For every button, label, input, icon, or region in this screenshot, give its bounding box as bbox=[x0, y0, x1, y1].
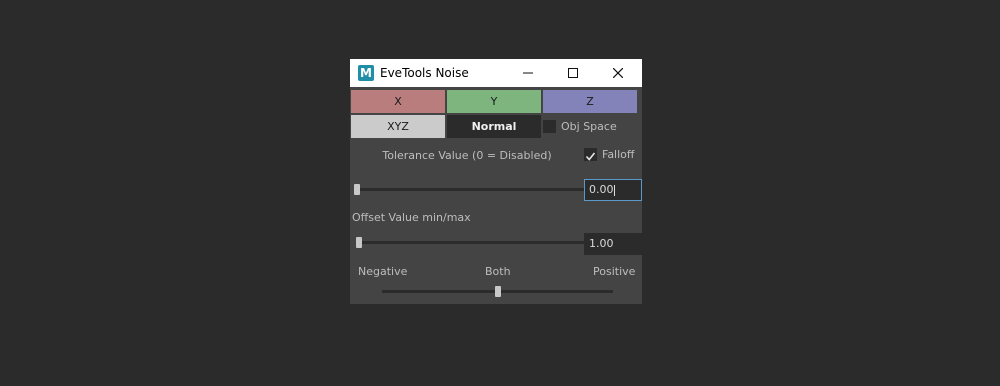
maximize-button[interactable] bbox=[551, 59, 595, 87]
minimize-icon bbox=[523, 72, 533, 74]
both-label: Both bbox=[485, 265, 511, 278]
offset-label: Offset Value min/max bbox=[352, 211, 471, 224]
close-button[interactable] bbox=[596, 59, 640, 87]
normal-mode-button[interactable]: Normal bbox=[447, 115, 541, 138]
direction-slider-handle[interactable] bbox=[495, 286, 501, 297]
negative-label: Negative bbox=[358, 265, 408, 278]
offset-value-field[interactable]: 1.00 bbox=[584, 233, 642, 255]
checkmark-icon bbox=[585, 152, 596, 161]
z-axis-button[interactable]: Z bbox=[543, 90, 637, 113]
falloff-checkbox[interactable] bbox=[584, 148, 597, 161]
offset-value-text: 1.00 bbox=[589, 237, 614, 250]
obj-space-checkbox[interactable] bbox=[543, 120, 556, 133]
tolerance-slider-track[interactable] bbox=[356, 188, 584, 191]
tolerance-value-text: 0.00 bbox=[589, 183, 614, 196]
x-axis-button[interactable]: X bbox=[351, 90, 445, 113]
title-bar[interactable]: M EveTools Noise bbox=[350, 59, 642, 87]
tolerance-slider-handle[interactable] bbox=[354, 184, 360, 195]
positive-label: Positive bbox=[593, 265, 636, 278]
offset-slider-handle[interactable] bbox=[356, 237, 362, 248]
xyz-mode-button[interactable]: XYZ bbox=[351, 115, 445, 138]
minimize-button[interactable] bbox=[506, 59, 550, 87]
y-axis-button[interactable]: Y bbox=[447, 90, 541, 113]
falloff-label: Falloff bbox=[602, 148, 635, 161]
text-caret bbox=[613, 184, 615, 196]
obj-space-label: Obj Space bbox=[561, 120, 617, 133]
offset-slider-track[interactable] bbox=[356, 241, 584, 244]
app-icon: M bbox=[358, 65, 374, 81]
app-icon-letter: M bbox=[360, 66, 372, 80]
close-icon bbox=[613, 68, 623, 78]
tolerance-value-field[interactable]: 0.00 bbox=[584, 179, 642, 201]
window-title: EveTools Noise bbox=[380, 66, 469, 80]
tolerance-label: Tolerance Value (0 = Disabled) bbox=[382, 149, 552, 162]
evetools-noise-window: M EveTools Noise X Y Z XYZ Normal Obj Sp… bbox=[350, 59, 642, 304]
maximize-icon bbox=[568, 68, 578, 78]
